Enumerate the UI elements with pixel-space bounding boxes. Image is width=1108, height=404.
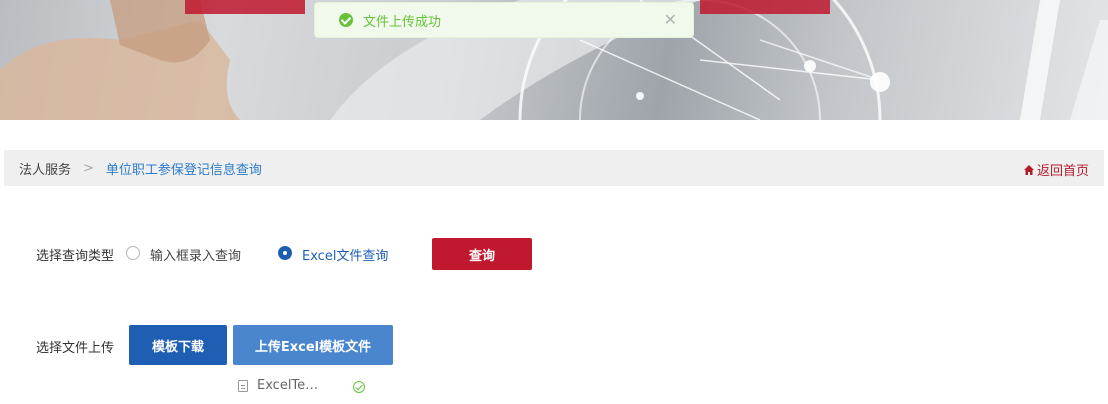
breadcrumb: 法人服务 > 单位职工参保登记信息查询 返回首页 — [4, 150, 1104, 186]
upload-label: 选择文件上传 — [36, 341, 115, 356]
template-download-button[interactable]: 模板下载 — [129, 325, 227, 365]
chevron-right-icon: > — [83, 160, 94, 176]
breadcrumb-root[interactable]: 法人服务 — [19, 159, 71, 178]
close-icon[interactable]: ✕ — [664, 11, 677, 29]
success-toast: 文件上传成功 ✕ — [314, 2, 694, 38]
radio-input-query[interactable] — [126, 246, 140, 260]
breadcrumb-current: 单位职工参保登记信息查询 — [105, 162, 262, 178]
radio-label-excel-query[interactable]: Excel文件查询 — [302, 245, 388, 264]
upload-success-icon — [353, 381, 365, 393]
uploaded-file-item: ExcelTe… — [238, 378, 365, 393]
document-icon — [238, 379, 248, 392]
upload-excel-button[interactable]: 上传Excel模板文件 — [233, 325, 393, 365]
query-type-label: 选择查询类型 — [36, 249, 115, 264]
query-button[interactable]: 查询 — [432, 238, 532, 270]
uploaded-file-name: ExcelTe… — [257, 378, 319, 393]
home-link[interactable]: 返回首页 — [1023, 160, 1089, 179]
radio-label-input-query[interactable]: 输入框录入查询 — [150, 245, 241, 264]
home-icon — [1023, 164, 1034, 175]
toast-message: 文件上传成功 — [363, 14, 442, 30]
radio-excel-query[interactable] — [278, 246, 292, 260]
home-link-label: 返回首页 — [1036, 164, 1089, 179]
success-check-icon — [339, 13, 353, 27]
